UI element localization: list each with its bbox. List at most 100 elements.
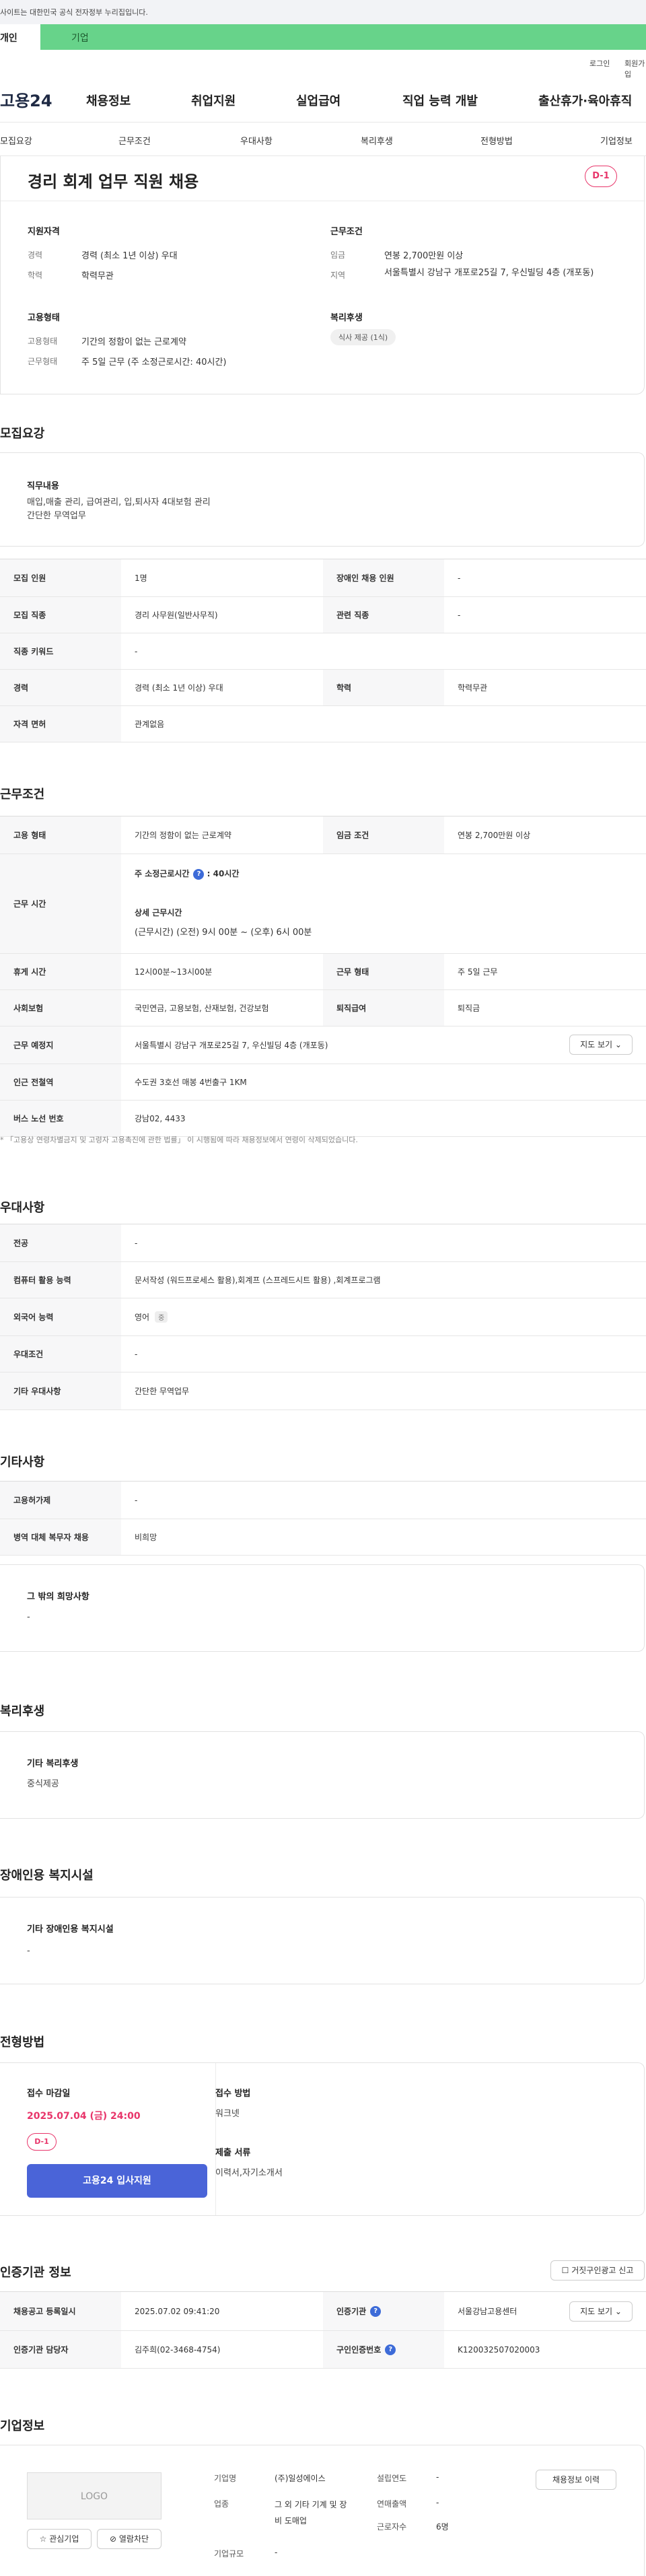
hours-cell: 주 소정근로시간? : 40시간 상세 근무시간 (근무시간) (오전) 9시 … [121, 854, 646, 953]
table-row: 전공 - [0, 1224, 646, 1262]
report-icon: ☐ [561, 2266, 569, 2275]
disability-box: 기타 장애인용 복지시설 - [0, 1897, 645, 1984]
selection-section-title: 전형방법 [0, 2035, 45, 2050]
nav-item-job-training[interactable]: 직업 능력 개발 [402, 92, 478, 109]
map-button-label: 지도 보기 [580, 1040, 613, 1049]
table-row: 휴게 시간 12시00분~13시00분 근무 형태 주 5일 근무 [0, 954, 646, 990]
td: 12시00분~13시00분 [135, 967, 213, 977]
subnav-welfare[interactable]: 복리후생 [361, 134, 393, 147]
disability-box-title: 기타 장애인용 복지시설 [27, 1924, 114, 1935]
qual-title: 지원자격 [28, 227, 60, 237]
info-icon[interactable]: ? [193, 868, 205, 880]
td: 2025.07.02 09:41:20 [135, 2306, 220, 2316]
th: 휴게 시간 [0, 954, 121, 989]
td: - [458, 573, 461, 583]
th: 외국어 능력 [0, 1298, 121, 1335]
th: 고용 형태 [0, 816, 121, 854]
welfare-box-title: 기타 복리후생 [27, 1759, 79, 1769]
td: 강남02, 4433 [135, 1114, 186, 1123]
welfare-box-text: 중식제공 [27, 1779, 59, 1789]
subnav-conditions[interactable]: 근무조건 [118, 134, 151, 147]
td: 관계없음 [135, 720, 165, 729]
th: 병역 대체 복무자 채용 [0, 1519, 121, 1555]
td: 간단한 무역업무 [135, 1387, 190, 1396]
cert-map-button[interactable]: 지도 보기 ⌄ [569, 2301, 633, 2322]
emp-key: 근무형태 [28, 357, 58, 366]
td: 영어 중 [121, 1298, 646, 1335]
nav-item-parental-leave[interactable]: 출산휴가·육아휴직 [538, 92, 632, 109]
company-field-value: - [436, 2472, 439, 2482]
subnav-company[interactable]: 기업정보 [600, 134, 633, 147]
login-link[interactable]: 로그인 [589, 58, 610, 69]
company-logo-placeholder: LOGO [27, 2472, 162, 2519]
subnav-recruit[interactable]: 모집요강 [0, 134, 32, 147]
table-row: 경력 경력 (최소 1년 이상) 우대 학력 학력무관 [0, 670, 646, 706]
th: 인증기관 담당자 [0, 2331, 121, 2368]
gov-banner-text: 사이트는 대한민국 공식 전자정부 누리집입니다. [0, 8, 148, 17]
td: - [135, 1349, 138, 1359]
job-title: 경리 회계 업무 직원 채용 [28, 172, 199, 191]
table-row: 사회보험 국민연금, 고용보험, 산재보험, 건강보험 퇴직급여 퇴직금 [0, 990, 646, 1026]
th: 사회보험 [0, 990, 121, 1026]
company-field-key: 연매출액 [377, 2499, 407, 2509]
td: 서울강남고용센터 [458, 2307, 517, 2316]
th: 장애인 채용 인원 [323, 559, 444, 596]
th: 인증기관? [323, 2292, 444, 2330]
hope-title: 그 밖의 희망사항 [27, 1592, 89, 1602]
info-icon[interactable]: ? [370, 2305, 382, 2317]
company-field-key: 설립연도 [377, 2474, 407, 2483]
duty-text: 매입,매출 관리, 급여관리, 입,퇴사자 4대보험 관리 간단한 무역업무 [27, 497, 211, 521]
table-row: 버스 노선 번호 강남02, 4433 [0, 1101, 646, 1137]
company-field-value: - [275, 2548, 278, 2557]
table-row: 외국어 능력 영어 중 [0, 1298, 646, 1336]
site-logo[interactable]: 고용24 [0, 88, 52, 111]
deadline-value: 2025.07.04 (금) 24:00 [27, 2111, 141, 2122]
th: 자격 면허 [0, 706, 121, 742]
cert-section-title: 인증기관 정보 [0, 2266, 71, 2280]
map-button[interactable]: 지도 보기 ⌄ [569, 1035, 633, 1055]
star-icon: ☆ [39, 2534, 47, 2544]
table-row: 고용허가제 - [0, 1482, 646, 1519]
company-field-key: 업종 [214, 2499, 229, 2509]
table-row: 기타 우대사항 간단한 무역업무 [0, 1372, 646, 1410]
nav-item-employment-support[interactable]: 취업지원 [191, 92, 236, 109]
detail-hours-value: (근무시간) (오전) 9시 00분 ~ (오후) 6시 00분 [135, 927, 312, 938]
th: 우대조건 [0, 1336, 121, 1372]
subnav-selection[interactable]: 전형방법 [480, 134, 513, 147]
td: 수도권 3호선 매봉 4번출구 1KM [135, 1078, 247, 1087]
subnav-preference[interactable]: 우대사항 [240, 134, 273, 147]
tab-company[interactable]: 기업 [40, 24, 646, 50]
preference-table: 전공 - 컴퓨터 활용 능력 문서작성 (워드프로세스 활용),회계프 (스프레… [0, 1224, 646, 1410]
tab-person[interactable]: 개인 [0, 24, 40, 50]
qual-value: 학력무관 [81, 271, 114, 281]
interest-company-button[interactable]: ☆ 관심기업 [27, 2529, 92, 2549]
preference-section-title: 우대사항 [0, 1201, 45, 1215]
apply-button[interactable]: 고용24 입사지원 [27, 2164, 207, 2198]
welfare-section-title: 복리후생 [0, 1704, 45, 1718]
nav-item-unemployment-benefit[interactable]: 실업급여 [296, 92, 340, 109]
table-row: 모집 인원 1명 장애인 채용 인원 - [0, 559, 646, 597]
cert-map-button-label: 지도 보기 [580, 2307, 613, 2316]
report-button-label: 거짓구인광고 신고 [571, 2266, 634, 2275]
th: 직종 키워드 [0, 633, 121, 669]
th: 학력 [323, 670, 444, 705]
report-button[interactable]: ☐ 거짓구인광고 신고 [550, 2260, 645, 2281]
th: 구인인증번호? [323, 2331, 444, 2368]
td: 서울특별시 강남구 개포로25길 7, 우신빌딩 4층 (개포동) [135, 1041, 328, 1050]
td: 기간의 정함이 없는 근로계약 [135, 831, 231, 840]
hope-text: - [27, 1612, 30, 1622]
table-row: 인근 전철역 수도권 3호선 매봉 4번출구 1KM [0, 1064, 646, 1101]
recruit-table: 모집 인원 1명 장애인 채용 인원 - 모집 직종 경리 사무원(일반사무직)… [0, 559, 646, 742]
section-subnav: 모집요강 근무조건 우대사항 복리후생 전형방법 기업정보 [0, 123, 646, 156]
recruit-history-button[interactable]: 채용정보 이력 [536, 2470, 616, 2490]
nav-item-jobs[interactable]: 채용정보 [86, 92, 131, 109]
util-bar: 로그인 회원가입 [0, 50, 646, 79]
company-box: LOGO ☆ 관심기업 ⊘ 열람차단 기업명 (주)일성에이스 업종 그 외 기… [0, 2445, 645, 2576]
info-icon[interactable]: ? [385, 2344, 396, 2355]
chevron-down-icon: ⌄ [614, 1040, 622, 1049]
block-view-button[interactable]: ⊘ 열람차단 [97, 2529, 162, 2549]
td: - [135, 1495, 138, 1505]
qual-key: 경력 [28, 250, 43, 260]
duty-title: 직무내용 [27, 481, 59, 491]
th: 인근 전철역 [0, 1064, 121, 1100]
